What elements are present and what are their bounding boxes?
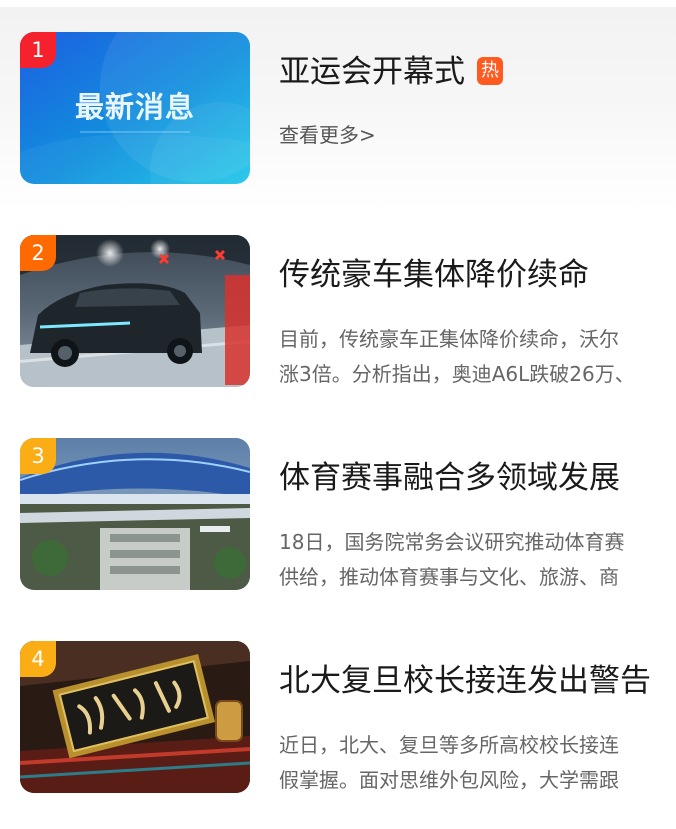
news-title[interactable]: 亚运会开幕式热: [279, 47, 503, 97]
news-summary-line: 涨3倍。分析指出，奥迪A6L跌破26万、: [279, 362, 635, 386]
news-summary-line: 假掌握。面对思维外包风险，大学需跟: [279, 768, 619, 792]
news-title[interactable]: 传统豪车集体降价续命: [279, 250, 589, 300]
news-summary: 近日，北大、复旦等多所高校校长接连 假掌握。面对思维外包风险，大学需跟: [279, 728, 676, 798]
news-thumbnail[interactable]: 最新消息 1: [20, 32, 250, 184]
news-summary-line: 目前，传统豪车正集体降价续命，沃尔: [279, 327, 619, 351]
news-feed: 最新消息 1 亚运会开幕式热 查看更多> 2 传统豪车集体降价续命 目前，传统豪…: [0, 0, 676, 829]
news-title-text: 亚运会开幕式: [279, 54, 465, 90]
news-thumbnail[interactable]: 4: [20, 641, 250, 793]
news-thumbnail[interactable]: 3: [20, 438, 250, 590]
view-more-link[interactable]: 查看更多>: [279, 119, 376, 148]
thumb-caption: 最新消息: [74, 90, 195, 124]
news-summary: 目前，传统豪车正集体降价续命，沃尔 涨3倍。分析指出，奥迪A6L跌破26万、: [279, 322, 676, 392]
news-title[interactable]: 北大复旦校长接连发出警告: [279, 656, 651, 706]
news-item[interactable]: 2 传统豪车集体降价续命 目前，传统豪车正集体降价续命，沃尔 涨3倍。分析指出，…: [0, 210, 676, 414]
rank-badge: 1: [20, 32, 56, 68]
news-summary: 18日，国务院常务会议研究推动体育赛 供给，推动体育赛事与文化、旅游、商: [279, 525, 676, 595]
hot-badge: 热: [477, 56, 503, 85]
news-thumbnail[interactable]: 2: [20, 235, 250, 387]
news-summary-line: 供给，推动体育赛事与文化、旅游、商: [279, 565, 619, 589]
news-summary-line: 18日，国务院常务会议研究推动体育赛: [279, 530, 625, 554]
news-title[interactable]: 体育赛事融合多领域发展: [279, 453, 620, 503]
news-item[interactable]: 4 北大复旦校长接连发出警告 近日，北大、复旦等多所高校校长接连 假掌握。面对思…: [0, 616, 676, 820]
news-summary-line: 近日，北大、复旦等多所高校校长接连: [279, 733, 619, 757]
rank-badge: 2: [20, 235, 56, 271]
rank-badge: 3: [20, 438, 56, 474]
rank-badge: 4: [20, 641, 56, 677]
news-item[interactable]: 3 体育赛事融合多领域发展 18日，国务院常务会议研究推动体育赛 供给，推动体育…: [0, 413, 676, 617]
news-item[interactable]: 最新消息 1 亚运会开幕式热 查看更多>: [0, 7, 676, 211]
